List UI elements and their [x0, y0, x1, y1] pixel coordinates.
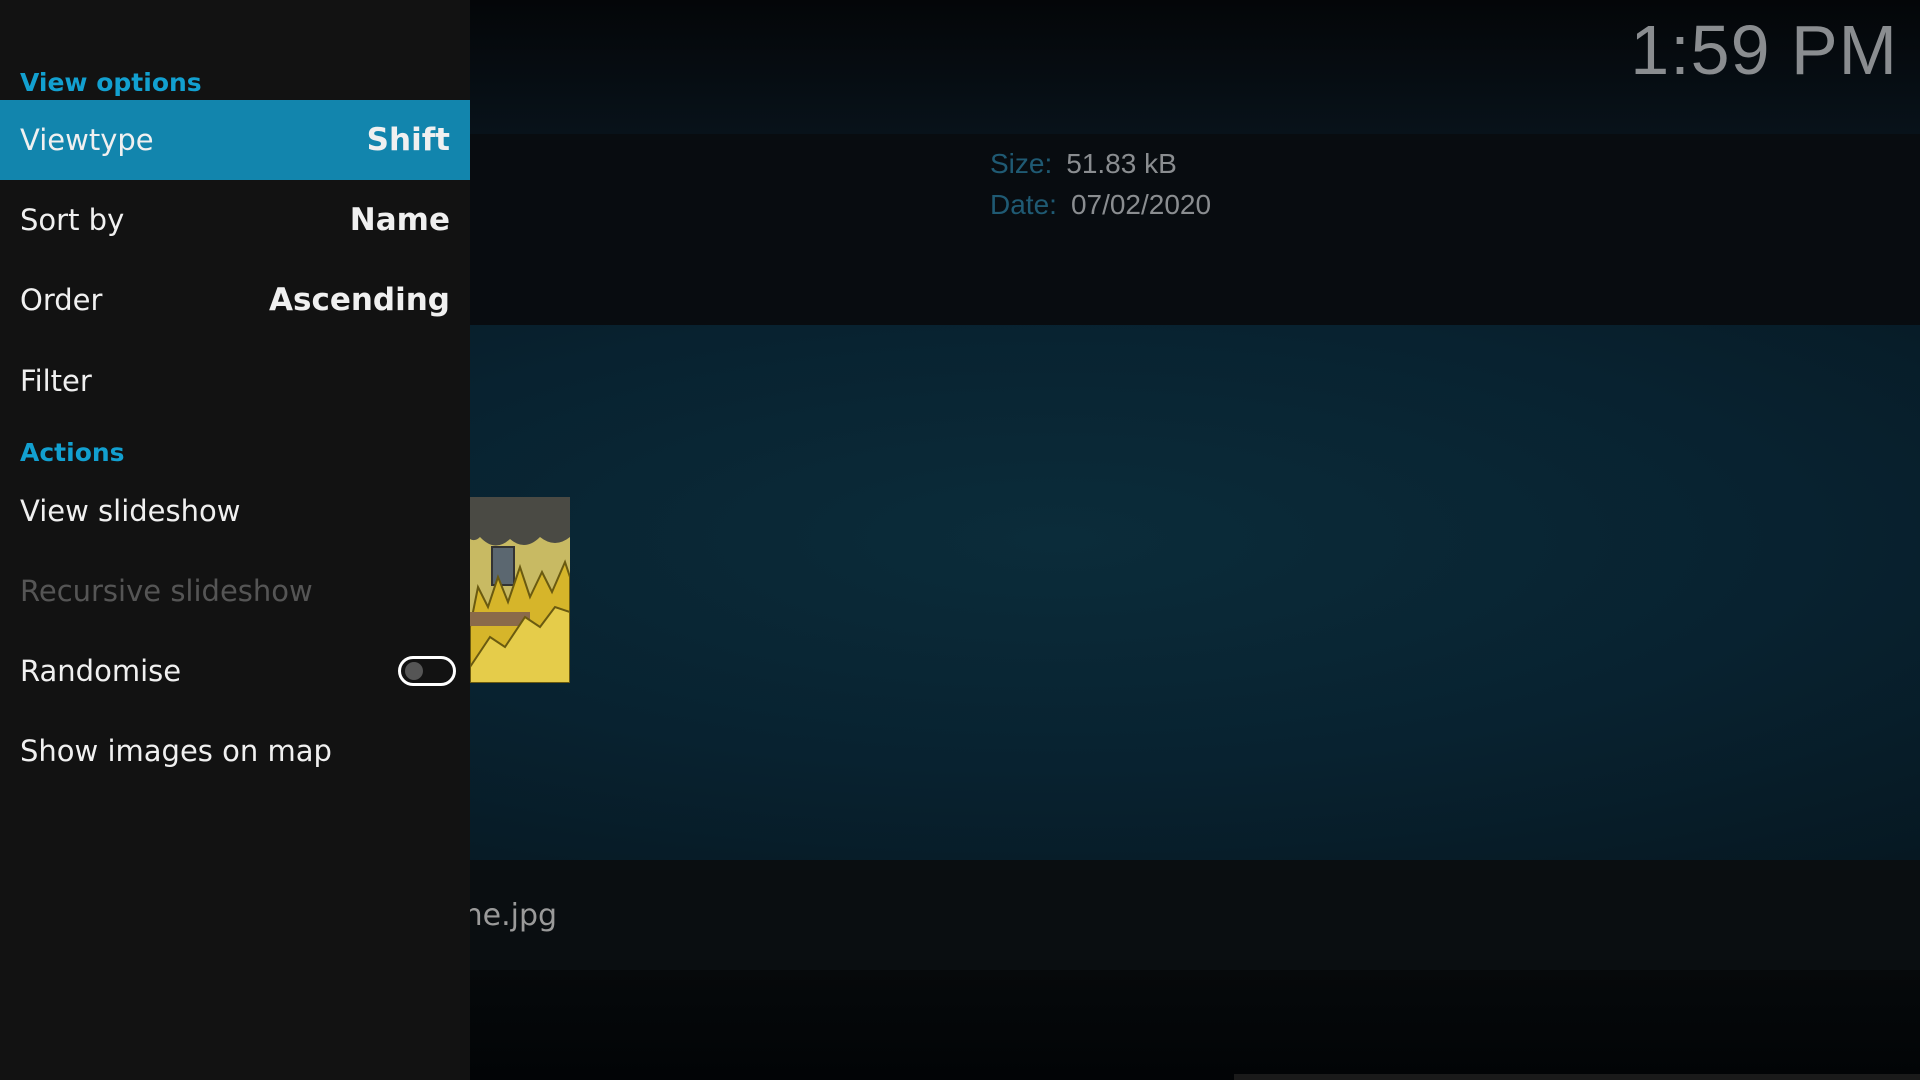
- date-value: 07/02/2020: [1070, 189, 1212, 220]
- recursive-slideshow-label: Recursive slideshow: [20, 574, 313, 608]
- filter-option[interactable]: Filter: [0, 341, 470, 421]
- view-slideshow-label: View slideshow: [20, 494, 241, 528]
- view-slideshow-button[interactable]: View slideshow: [0, 471, 470, 551]
- order-label: Order: [20, 283, 103, 317]
- randomise-option[interactable]: Randomise: [0, 631, 470, 711]
- order-option[interactable]: Order Ascending: [0, 260, 470, 340]
- fire-image-icon: [470, 497, 570, 683]
- scrollbar[interactable]: [1234, 1074, 1920, 1080]
- viewtype-value: Shift: [366, 122, 450, 158]
- view-options-header: View options: [20, 68, 202, 97]
- date-label: Date:: [990, 189, 1057, 220]
- show-images-on-map-button[interactable]: Show images on map: [0, 711, 470, 791]
- sort-by-label: Sort by: [20, 203, 125, 237]
- order-value: Ascending: [269, 282, 450, 318]
- toggle-knob: [405, 662, 423, 680]
- actions-header: Actions: [20, 438, 125, 467]
- size-label: Size:: [990, 148, 1053, 179]
- size-info: Size: 51.83 kB: [990, 148, 1177, 180]
- image-thumbnail[interactable]: [470, 497, 570, 683]
- date-info: Date: 07/02/2020: [990, 189, 1211, 221]
- viewtype-label: Viewtype: [20, 123, 154, 157]
- clock: 1:59 PM: [1630, 11, 1898, 89]
- side-panel: View options Viewtype Shift Sort by Name…: [0, 0, 470, 1080]
- sort-by-option[interactable]: Sort by Name: [0, 180, 470, 260]
- randomise-toggle[interactable]: [398, 656, 456, 686]
- filter-label: Filter: [20, 364, 92, 398]
- size-value: 51.83 kB: [1066, 148, 1177, 179]
- viewtype-option[interactable]: Viewtype Shift: [0, 100, 470, 180]
- randomise-label: Randomise: [20, 654, 182, 688]
- sort-by-value: Name: [349, 202, 450, 238]
- recursive-slideshow-button: Recursive slideshow: [0, 551, 470, 631]
- show-images-on-map-label: Show images on map: [20, 734, 332, 768]
